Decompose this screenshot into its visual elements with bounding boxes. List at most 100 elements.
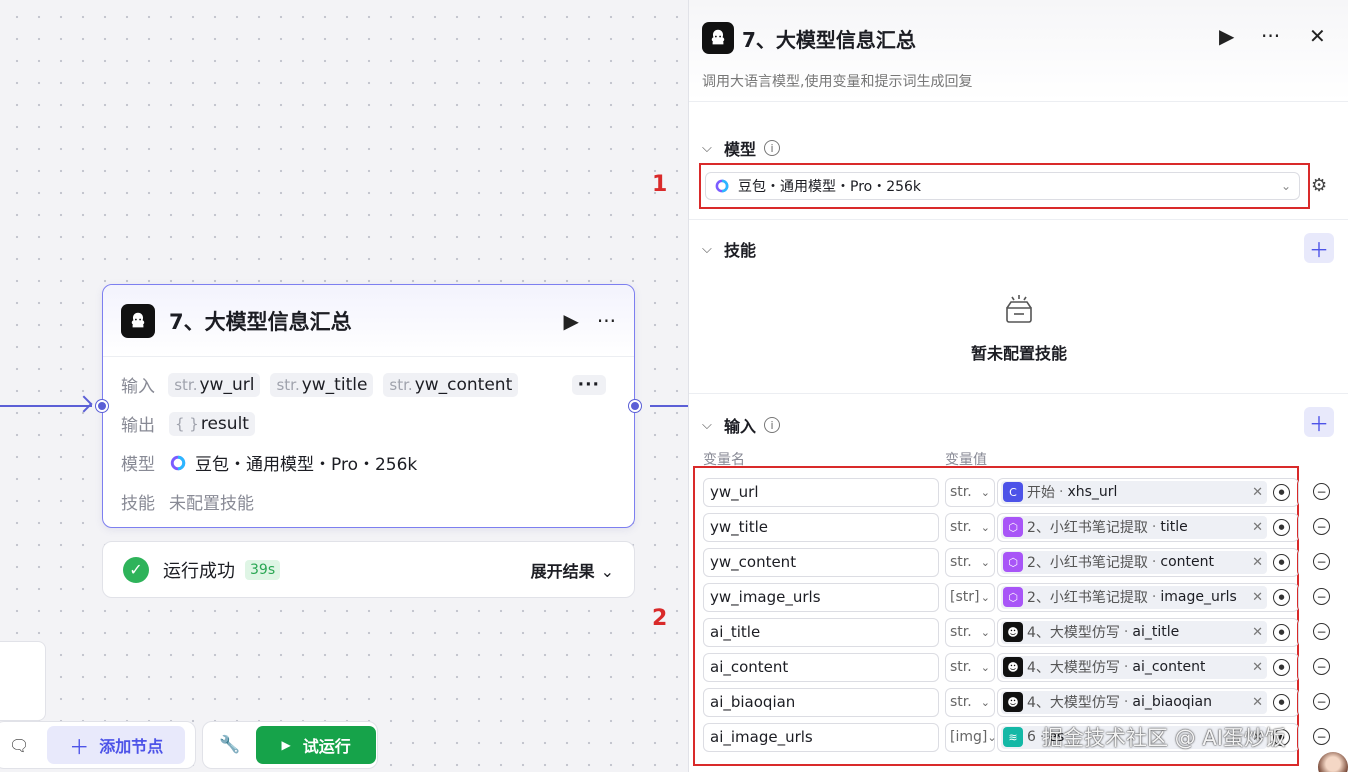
expand-result-button[interactable]: 展开结果 ⌄ <box>531 558 614 582</box>
info-icon[interactable]: i <box>764 417 781 433</box>
variable-type-select[interactable]: str. ⌄ <box>945 687 995 717</box>
reference-variable: ai_content <box>1132 659 1206 675</box>
model-section-header[interactable]: ⌵ 模型 i <box>702 136 781 160</box>
comment-icon[interactable]: 🗨 <box>9 736 29 755</box>
variable-name-input[interactable]: ai_content <box>703 652 939 682</box>
variable-reference-field[interactable]: ⬡ 2、小红书笔记提取 · image_urls ✕ ● <box>997 582 1299 612</box>
node-output-port[interactable] <box>629 400 641 412</box>
canvas-toolbar-right: 🔧 ▶ 试运行 <box>202 721 378 769</box>
node-input-port[interactable] <box>96 400 108 412</box>
panel-more-icon[interactable]: ··· <box>1261 24 1280 48</box>
variable-type-select[interactable]: str. ⌄ <box>945 512 995 542</box>
reference-target-icon[interactable]: ● <box>1273 483 1290 501</box>
variable-name-input[interactable]: ai_title <box>703 617 939 647</box>
wrench-icon[interactable]: 🔧 <box>219 735 240 755</box>
clear-reference-icon[interactable]: ✕ <box>1252 625 1263 640</box>
remove-variable-icon[interactable]: − <box>1313 693 1330 710</box>
variable-name-input[interactable]: yw_image_urls <box>703 582 939 612</box>
remove-variable-icon[interactable]: − <box>1313 553 1330 570</box>
gear-icon[interactable]: ⚙ <box>1311 175 1327 196</box>
variable-name-input[interactable]: yw_url <box>703 477 939 507</box>
reference-target-icon[interactable]: ● <box>1273 588 1290 606</box>
reference-source-node: 2、小红书笔记提取 <box>1027 590 1148 606</box>
success-check-icon: ✓ <box>123 556 149 583</box>
chevron-down-icon: ⌄ <box>980 555 990 569</box>
remove-variable-icon[interactable]: − <box>1313 518 1330 535</box>
remove-variable-icon[interactable]: − <box>1313 658 1330 675</box>
annotation-number-1: 1 <box>652 172 668 197</box>
clear-reference-icon[interactable]: ✕ <box>1252 485 1263 500</box>
panel-title[interactable]: 7、大模型信息汇总 <box>742 24 916 53</box>
variable-name-input[interactable]: yw_title <box>703 512 939 542</box>
node-skill-row: 技能 未配置技能 <box>121 482 616 521</box>
node-inputs-more-button[interactable]: ··· <box>571 374 606 395</box>
variable-reference-tag: ⬡ 2、小红书笔记提取 · content ✕ <box>1001 550 1267 574</box>
code-node-icon: ⬡ <box>1003 517 1023 537</box>
variable-type-select[interactable]: str. ⌄ <box>945 617 995 647</box>
panel-run-icon[interactable]: ▶ <box>1219 24 1234 48</box>
info-icon[interactable]: i <box>764 140 781 156</box>
node-input-chip: str. yw_url <box>168 372 261 397</box>
remove-variable-icon[interactable]: − <box>1313 728 1330 745</box>
variable-reference-field[interactable]: ⬡ 2、小红书笔记提取 · content ✕ ● <box>997 547 1299 577</box>
variable-type-select[interactable]: str. ⌄ <box>945 652 995 682</box>
llm-bot-icon <box>121 303 155 338</box>
reference-variable: xhs_url <box>1067 484 1118 500</box>
reference-target-icon[interactable]: ● <box>1273 693 1290 711</box>
add-skill-button[interactable]: ＋ <box>1304 233 1334 263</box>
llm-node-icon: ☻ <box>1003 692 1023 712</box>
reference-target-icon[interactable]: ● <box>1273 553 1290 571</box>
variable-reference-field[interactable]: ⬡ 2、小红书笔记提取 · title ✕ ● <box>997 512 1299 542</box>
doubao-logo-icon <box>170 455 186 470</box>
input-section-header[interactable]: ⌵ 输入 i <box>702 413 781 437</box>
node-run-icon[interactable]: ▶ <box>564 309 579 333</box>
variable-reference-field[interactable]: ☻ 4、大模型仿写 · ai_content ✕ ● <box>997 652 1299 682</box>
play-icon: ▶ <box>281 738 291 752</box>
llm-node-card[interactable]: 7、大模型信息汇总 ▶ ··· 输入 str. yw_url str. yw_tit… <box>96 284 641 528</box>
skill-empty-text: 暂未配置技能 <box>970 344 1067 363</box>
try-run-button[interactable]: ▶ 试运行 <box>256 726 377 764</box>
add-input-button[interactable]: ＋ <box>1304 407 1334 437</box>
reference-target-icon[interactable]: ● <box>1273 518 1290 536</box>
node-input-label: 输入 <box>121 377 155 397</box>
add-node-button[interactable]: ＋添加节点 <box>47 726 186 764</box>
llm-bot-icon <box>702 22 734 54</box>
variable-type-select[interactable]: str. ⌄ <box>945 477 995 507</box>
reference-target-icon[interactable]: ● <box>1273 658 1290 676</box>
variable-reference-field[interactable]: C 开始 · xhs_url ✕ ● <box>997 477 1299 507</box>
workflow-canvas[interactable]: 7、大模型信息汇总 ▶ ··· 输入 str. yw_url str. yw_tit… <box>0 0 688 772</box>
clear-reference-icon[interactable]: ✕ <box>1252 695 1263 710</box>
clear-reference-icon[interactable]: ✕ <box>1252 590 1263 605</box>
skill-section-header[interactable]: ⌵ 技能 <box>702 237 756 261</box>
reference-target-icon[interactable]: ● <box>1273 623 1290 641</box>
remove-variable-icon[interactable]: − <box>1313 483 1330 500</box>
input-variable-row: yw_url str. ⌄ C 开始 · xhs_url ✕ ● <box>703 477 1299 507</box>
watermark-text: 掘金技术社区 @ AI蛋炒饭 <box>1042 726 1286 750</box>
model-select[interactable]: 豆包・通用模型・Pro・256k ⌄ <box>705 172 1300 200</box>
variable-name-input[interactable]: ai_image_urls <box>703 722 939 752</box>
llm-node-icon: ☻ <box>1003 622 1023 642</box>
variable-reference-field[interactable]: ☻ 4、大模型仿写 · ai_biaoqian ✕ ● <box>997 687 1299 717</box>
variable-reference-tag: ☻ 4、大模型仿写 · ai_content ✕ <box>1001 655 1267 679</box>
node-more-icon[interactable]: ··· <box>597 309 616 333</box>
remove-variable-icon[interactable]: − <box>1313 588 1330 605</box>
variable-type-select[interactable]: [img] ⌄ <box>945 722 997 752</box>
close-icon[interactable]: ✕ <box>1309 24 1326 48</box>
variable-reference-tag: ⬡ 2、小红书笔记提取 · image_urls ✕ <box>1001 585 1267 609</box>
variable-type-select[interactable]: [str] ⌄ <box>945 582 995 612</box>
variable-name-input[interactable]: ai_biaoqian <box>703 687 939 717</box>
chevron-down-icon: ⌵ <box>702 140 712 156</box>
clear-reference-icon[interactable]: ✕ <box>1252 555 1263 570</box>
variable-name-input[interactable]: yw_content <box>703 547 939 577</box>
remove-variable-icon[interactable]: − <box>1313 623 1330 640</box>
reference-source-node: 开始 <box>1027 485 1055 501</box>
node-config-panel: 7、大模型信息汇总 ▶ ··· ✕ 调用大语言模型,使用变量和提示词生成回复 ⌵… <box>688 0 1348 772</box>
panel-description[interactable]: 调用大语言模型,使用变量和提示词生成回复 <box>702 71 972 91</box>
layers-node-icon: ≋ <box>1003 727 1023 747</box>
minimap-card <box>0 641 46 721</box>
variable-reference-field[interactable]: ☻ 4、大模型仿写 · ai_title ✕ ● <box>997 617 1299 647</box>
clear-reference-icon[interactable]: ✕ <box>1252 520 1263 535</box>
clear-reference-icon[interactable]: ✕ <box>1252 660 1263 675</box>
variable-type-select[interactable]: str. ⌄ <box>945 547 995 577</box>
variable-reference-tag: ☻ 4、大模型仿写 · ai_title ✕ <box>1001 620 1267 644</box>
